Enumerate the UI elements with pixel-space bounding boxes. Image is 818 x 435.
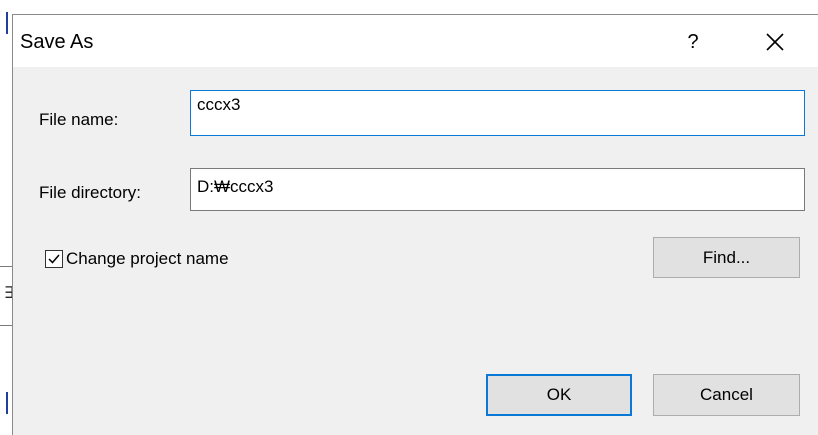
ok-button[interactable]: OK <box>486 374 632 416</box>
file-name-input[interactable]: cccx3 <box>190 90 805 136</box>
file-directory-input[interactable]: D:₩cccx3 <box>190 168 805 211</box>
background-window-edge: ∃ <box>0 0 14 435</box>
background-divider <box>0 266 12 267</box>
title-bar: Save As ? <box>13 15 818 67</box>
checkmark-icon <box>48 254 60 264</box>
dialog-title: Save As <box>20 31 94 53</box>
background-divider <box>0 325 12 326</box>
background-mark <box>6 392 8 414</box>
change-project-name-label: Change project name <box>66 249 229 268</box>
close-button[interactable] <box>755 25 795 59</box>
change-project-name-checkbox[interactable]: Change project name <box>45 248 229 270</box>
help-button[interactable]: ? <box>678 27 708 57</box>
file-directory-label: File directory: <box>39 183 142 202</box>
find-button[interactable]: Find... <box>653 237 800 278</box>
file-name-label: File name: <box>39 110 119 129</box>
cancel-button[interactable]: Cancel <box>653 374 800 416</box>
save-as-dialog: Save As ? File name: cccx3 File director… <box>12 14 818 435</box>
background-mark <box>6 12 8 34</box>
checkbox-box[interactable] <box>45 250 63 268</box>
close-icon <box>766 33 784 51</box>
